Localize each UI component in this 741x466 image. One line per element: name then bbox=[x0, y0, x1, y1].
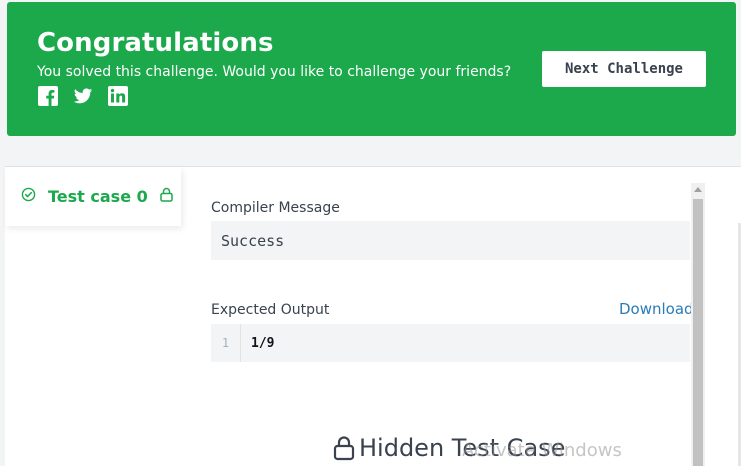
test-case-label: Test case 0 bbox=[48, 187, 148, 206]
compiler-message-label: Compiler Message bbox=[211, 200, 340, 216]
compiler-message-box: Success bbox=[211, 221, 690, 260]
banner-title: Congratulations bbox=[37, 28, 274, 58]
compiler-message-text: Success bbox=[221, 231, 285, 250]
banner-subtitle: You solved this challenge. Would you lik… bbox=[37, 64, 512, 80]
tab-test-case-0[interactable]: Test case 0 bbox=[5, 167, 181, 226]
download-link[interactable]: Download bbox=[619, 300, 694, 318]
check-circle-icon bbox=[21, 187, 36, 207]
lock-icon bbox=[160, 187, 173, 207]
windows-activation-watermark: Activate Windows bbox=[462, 440, 622, 461]
expected-output-label: Expected Output bbox=[211, 302, 330, 318]
scrollbar-thumb[interactable] bbox=[693, 199, 703, 466]
test-results-panel: Test case 0 Compiler Message Success Exp… bbox=[5, 166, 741, 466]
next-challenge-button[interactable]: Next Challenge bbox=[542, 51, 706, 87]
lock-icon bbox=[333, 435, 355, 461]
expected-output-box: 1 1/9 bbox=[211, 324, 690, 362]
linkedin-icon[interactable] bbox=[108, 86, 128, 106]
vertical-scrollbar[interactable] bbox=[691, 183, 705, 466]
line-number: 1 bbox=[211, 324, 241, 362]
scroll-up-arrow-icon[interactable] bbox=[694, 187, 702, 192]
output-line: 1/9 bbox=[251, 335, 275, 351]
twitter-icon[interactable] bbox=[73, 86, 93, 106]
page: Congratulations You solved this challeng… bbox=[0, 0, 741, 466]
facebook-icon[interactable] bbox=[38, 86, 58, 106]
congratulations-banner: Congratulations You solved this challeng… bbox=[7, 2, 736, 136]
social-share-links bbox=[38, 86, 128, 106]
